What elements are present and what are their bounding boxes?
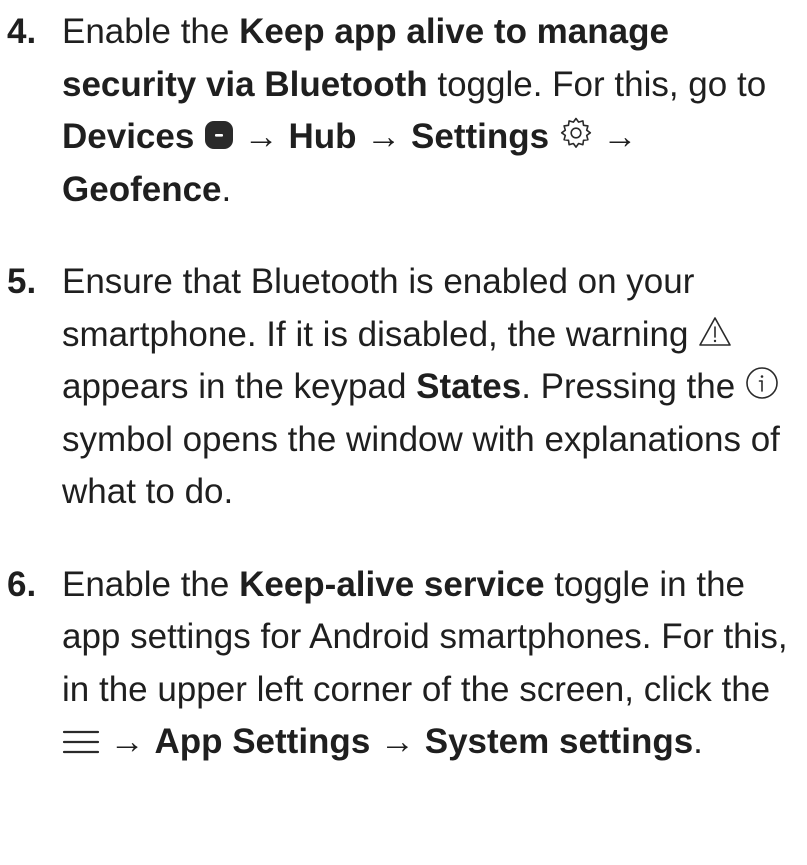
text-run: → <box>592 117 638 156</box>
warning-icon <box>698 316 732 348</box>
hamburger-menu-icon <box>62 729 100 755</box>
info-icon <box>745 366 779 400</box>
text-run: Enable the <box>62 564 240 604</box>
bold-term-app-settings: App Settings <box>154 722 371 761</box>
step-text: Enable the Keep-alive service toggle in … <box>62 559 802 769</box>
text-run: → <box>100 722 155 761</box>
step-6: 6. Enable the Keep-alive service toggle … <box>0 559 807 769</box>
text-run: toggle. For this, go to <box>427 64 767 104</box>
text-run: → <box>370 722 425 761</box>
text-run: . <box>693 722 703 761</box>
text-run: symbol opens the window with explanation… <box>62 419 780 512</box>
bold-term-devices: Devices <box>62 117 195 156</box>
devices-tab-icon <box>204 120 234 150</box>
bold-term-geofence: Geofence <box>62 169 222 209</box>
step-text: Ensure that Bluetooth is enabled on your… <box>62 256 802 519</box>
gear-icon <box>559 116 593 150</box>
bold-term-keep-alive-service: Keep-alive service <box>239 564 545 604</box>
instructions-page: 4. Enable the Keep app alive to manage s… <box>0 0 807 865</box>
step-4: 4. Enable the Keep app alive to manage s… <box>0 6 807 216</box>
bold-term-system-settings: System settings <box>424 722 694 761</box>
bold-term-settings: Settings <box>411 117 550 156</box>
text-run: Enable the <box>62 12 240 51</box>
step-number: 6. <box>7 564 37 604</box>
text-run: . <box>221 169 232 209</box>
text-run: appears in the keypad <box>62 367 417 406</box>
bold-term-hub: Hub <box>288 117 357 156</box>
bold-term-states: States <box>416 367 522 406</box>
text-run: . Pressing the <box>521 367 745 406</box>
step-5: 5. Ensure that Bluetooth is enabled on y… <box>0 256 807 519</box>
step-number: 4. <box>7 12 37 51</box>
step-number: 5. <box>7 262 37 301</box>
step-text: Enable the Keep app alive to manage secu… <box>62 6 802 216</box>
text-run: Ensure that Bluetooth is enabled on your… <box>62 262 699 354</box>
text-run: → <box>234 117 289 156</box>
text-run: → <box>356 117 412 156</box>
